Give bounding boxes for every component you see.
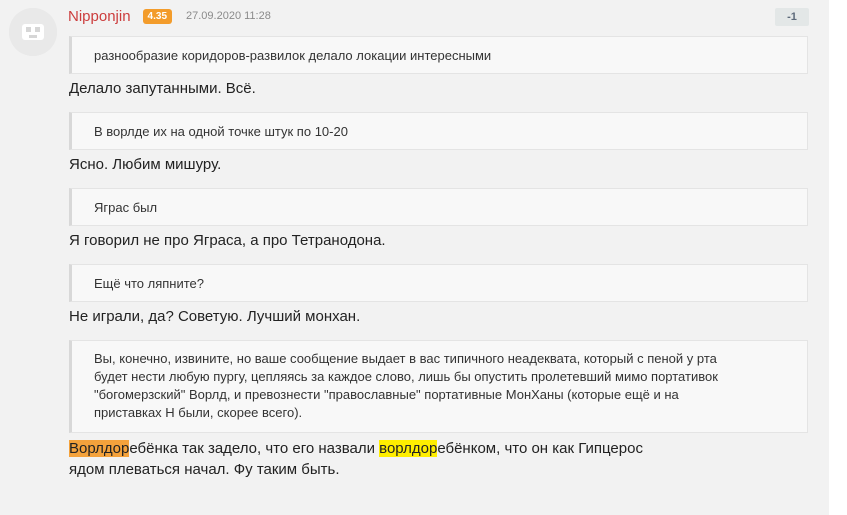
quote-line: приставках Н были, скорее всего).: [94, 405, 303, 420]
final-reply: Ворлдоребёнка так задело, что его назвал…: [69, 438, 643, 480]
quote-text: Ягрaс был: [94, 199, 158, 215]
quote-text: В ворлде их на одной точке штук по 10-20: [94, 123, 348, 139]
quote-block: разнообразие коридоров-развилок делало л…: [69, 36, 808, 74]
quote-text: Вы, конечно, извините, но ваше сообщение…: [94, 350, 718, 422]
quote-block: Ягрaс был: [69, 188, 808, 226]
final-text: ебёнка так задело, что его назвали: [129, 440, 380, 457]
default-avatar-icon: [9, 8, 57, 56]
quote-line: будет нести любую пургу, цепляясь за каж…: [94, 369, 718, 384]
quote-block: В ворлде их на одной точке штук по 10-20: [69, 112, 808, 150]
user-avatar[interactable]: [9, 8, 57, 56]
author-link[interactable]: Nipponjin: [68, 8, 131, 25]
comment-date: 27.09.2020 11:28: [186, 10, 271, 22]
quote-block: Ещё что ляпните?: [69, 264, 808, 302]
quote-line: Вы, конечно, извините, но ваше сообщение…: [94, 351, 717, 366]
final-reply-line: ядом плеваться начал. Фу таким быть.: [69, 461, 340, 478]
final-reply-line: Ворлдоребёнка так задело, что его назвал…: [69, 438, 643, 459]
comment-score[interactable]: -1: [775, 8, 809, 26]
reply-text: Не играли, да? Советую. Лучший монхан.: [69, 308, 361, 325]
quote-block: Вы, конечно, извините, но ваше сообщение…: [69, 340, 808, 433]
highlight-orange: Ворлдор: [69, 440, 130, 457]
reply-text: Ясно. Любим мишуру.: [69, 156, 222, 173]
reply-text: Делало запутанными. Всё.: [69, 80, 256, 97]
karma-badge: 4.35: [142, 8, 173, 24]
final-text: ебёнком, что он как Гипцерос: [437, 440, 643, 457]
quote-text: Ещё что ляпните?: [94, 275, 205, 291]
highlight-yellow: ворлдор: [379, 440, 438, 457]
reply-text: Я говорил не про Яграса, а про Тетранодо…: [69, 232, 386, 249]
page-right-edge: [829, 0, 847, 515]
quote-text: разнообразие коридоров-развилок делало л…: [94, 47, 492, 63]
comment-header: Nipponjin 4.35 27.09.2020 11:28: [68, 6, 271, 26]
quote-line: "богомерзский" Ворлд, и превознести "пра…: [94, 387, 679, 402]
